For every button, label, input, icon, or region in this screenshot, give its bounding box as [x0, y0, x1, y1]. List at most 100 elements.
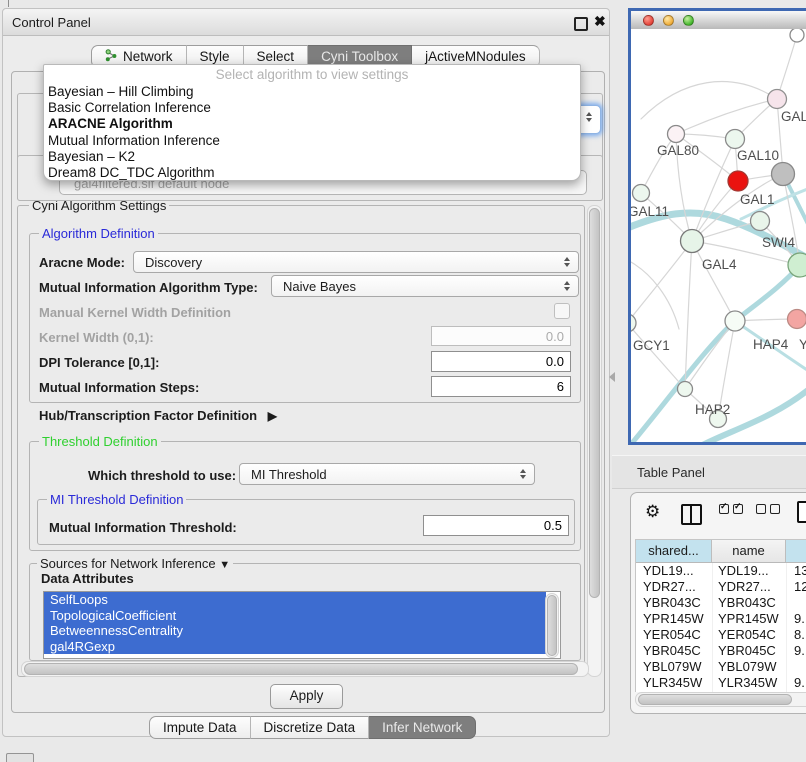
kernel-width-label: Kernel Width (0,1):	[39, 330, 154, 345]
mi-threshold-label: Mutual Information Threshold:	[49, 520, 237, 535]
network-node-swi4[interactable]	[751, 212, 770, 231]
close-icon[interactable]: ✖	[594, 13, 606, 30]
table-row[interactable]: YLR345WYLR345W9.	[636, 675, 806, 691]
table-row[interactable]: YPR145WYPR145W9.	[636, 611, 806, 627]
network-node[interactable]	[788, 253, 806, 277]
select-all-columns-icon[interactable]	[719, 504, 743, 514]
network-node-hap2[interactable]	[678, 382, 693, 397]
sources-group-title[interactable]: Sources for Network Inference ▼	[37, 557, 233, 572]
dpi-tolerance-input[interactable]	[431, 351, 571, 372]
cyni-bottom-tabs: Impute DataDiscretize DataInfer Network	[149, 716, 476, 739]
network-node-gal[interactable]	[768, 90, 787, 109]
data-attributes-label: Data Attributes	[41, 571, 134, 586]
table-rows: YDL19...YDL19...13YDR27...YDR27...12YBR0…	[636, 563, 806, 692]
data-attributes-list[interactable]: SelfLoopsTopologicalCoefficientBetweenne…	[43, 591, 561, 659]
table-row[interactable]: YER054CYER054C8.	[636, 627, 806, 643]
algorithm-list: Bayesian – Hill ClimbingBasic Correlatio…	[44, 84, 580, 181]
table-row[interactable]: YDR27...YDR27...12	[636, 579, 806, 595]
popup-placeholder: Select algorithm to view settings	[44, 67, 580, 84]
node-label: HAP4	[753, 337, 789, 352]
table-row[interactable]: YDL19...YDL19...13	[636, 563, 806, 579]
network-window-titlebar[interactable]	[631, 11, 806, 30]
column-header-shared-name[interactable]: shared...	[636, 540, 712, 562]
data-attribute-item[interactable]: gal4RGexp	[44, 639, 546, 655]
network-canvas[interactable]: GALGAL80GAL10GAL1GAL11SWI4GAL4GCY1HAP4YH…	[631, 29, 806, 442]
combo-stepper-icon	[559, 281, 575, 291]
apply-button[interactable]: Apply	[270, 684, 343, 709]
node-label: GAL4	[702, 257, 737, 272]
algorithm-list-item[interactable]: ARACNE Algorithm	[44, 116, 580, 132]
expanded-arrow-icon: ▼	[219, 559, 230, 571]
control-panel-title: Control Panel	[12, 15, 91, 30]
algorithm-list-item[interactable]: Bayesian – K2	[44, 149, 580, 165]
mi-steps-input[interactable]	[431, 376, 571, 397]
table-horizontal-scrollbar[interactable]	[635, 692, 806, 707]
table-header-row: shared... name	[636, 540, 806, 563]
application-canvas: Control Panel ✖ NetworkStyleSelectCyni T…	[0, 0, 806, 762]
data-attribute-item[interactable]: BetweennessCentrality	[44, 623, 546, 639]
table-row[interactable]: YBR045CYBR045C9.	[636, 643, 806, 659]
combo-stepper-icon	[515, 469, 531, 479]
kernel-width-input[interactable]	[431, 326, 571, 346]
column-header-partial[interactable]	[786, 540, 806, 562]
settings-vertical-scrollbar[interactable]	[587, 205, 602, 677]
manual-kernel-width-checkbox[interactable]	[554, 303, 570, 319]
network-node-gal80[interactable]	[668, 126, 685, 143]
export-table-icon[interactable]	[797, 501, 806, 523]
table-panel-title: Table Panel	[637, 465, 705, 480]
which-threshold-label: Which threshold to use:	[88, 468, 236, 483]
network-node-gal4[interactable]	[681, 230, 704, 253]
algorithm-list-item[interactable]: Bayesian – Hill Climbing	[44, 84, 580, 100]
close-traffic-icon[interactable]	[643, 15, 654, 26]
network-node[interactable]	[790, 29, 804, 42]
collapsed-arrow-icon: ▶	[268, 409, 277, 423]
network-node-y[interactable]	[788, 310, 806, 329]
table-row[interactable]: YBR043CYBR043C	[636, 595, 806, 611]
network-icon	[105, 49, 118, 65]
tab-discretize-data[interactable]: Discretize Data	[251, 716, 370, 739]
tab-impute-data[interactable]: Impute Data	[149, 716, 251, 739]
node-label: HAP2	[695, 402, 730, 417]
control-panel: Control Panel ✖ NetworkStyleSelectCyni T…	[2, 8, 610, 737]
mi-algorithm-type-label: Mutual Information Algorithm Type:	[39, 280, 258, 295]
network-node-gcy1[interactable]	[631, 314, 636, 332]
zoom-traffic-icon[interactable]	[683, 15, 694, 26]
table-panel-header: Table Panel	[612, 455, 806, 489]
network-node-gal10[interactable]	[726, 130, 745, 149]
node-label: Y	[799, 337, 806, 352]
data-attribute-item[interactable]: SelfLoops	[44, 592, 546, 608]
attributes-list-scrollbar[interactable]	[545, 593, 559, 658]
which-threshold-combo[interactable]: MI Threshold	[239, 463, 535, 485]
hub-definition-toggle[interactable]: Hub/Transcription Factor Definition ▶	[39, 408, 277, 423]
mi-threshold-input[interactable]	[423, 515, 569, 536]
node-label: GAL11	[631, 204, 669, 219]
algorithm-list-item[interactable]: Mutual Information Inference	[44, 133, 580, 149]
manual-kernel-width-label: Manual Kernel Width Definition	[39, 305, 231, 320]
mi-algorithm-type-combo[interactable]: Naive Bayes	[271, 275, 579, 297]
data-attribute-item[interactable]: TopologicalCoefficient	[44, 608, 546, 624]
network-node-gal11[interactable]	[633, 185, 650, 202]
dpi-tolerance-label: DPI Tolerance [0,1]:	[39, 355, 159, 370]
algorithm-list-item[interactable]: Basic Correlation Inference	[44, 100, 580, 116]
column-layout-icon[interactable]	[681, 504, 702, 525]
gear-icon[interactable]: ⚙	[645, 504, 660, 521]
minimize-traffic-icon[interactable]	[663, 15, 674, 26]
algorithm-list-item[interactable]: Dream8 DC_TDC Algorithm	[44, 165, 580, 181]
bottom-corner-button[interactable]	[6, 753, 34, 762]
network-node-gal1[interactable]	[728, 171, 748, 191]
float-window-icon[interactable]	[574, 17, 588, 31]
node-label: GCY1	[633, 338, 670, 353]
panel-divider-arrow[interactable]	[609, 372, 615, 382]
network-node-hap4[interactable]	[725, 311, 745, 331]
network-node[interactable]	[772, 163, 795, 186]
node-label: GAL	[781, 109, 806, 124]
column-header-name[interactable]: name	[712, 540, 786, 562]
network-graph: GALGAL80GAL10GAL1GAL11SWI4GAL4GCY1HAP4YH…	[631, 29, 806, 442]
table-row[interactable]: YBL079WYBL079W	[636, 659, 806, 675]
network-view-window: GALGAL80GAL10GAL1GAL11SWI4GAL4GCY1HAP4YH…	[628, 8, 806, 445]
aracne-mode-combo[interactable]: Discovery	[133, 251, 579, 273]
combo-stepper-icon	[581, 112, 597, 122]
tab-infer-network[interactable]: Infer Network	[369, 716, 476, 739]
deselect-all-columns-icon[interactable]	[756, 504, 780, 514]
settings-horizontal-scrollbar[interactable]	[21, 661, 589, 677]
